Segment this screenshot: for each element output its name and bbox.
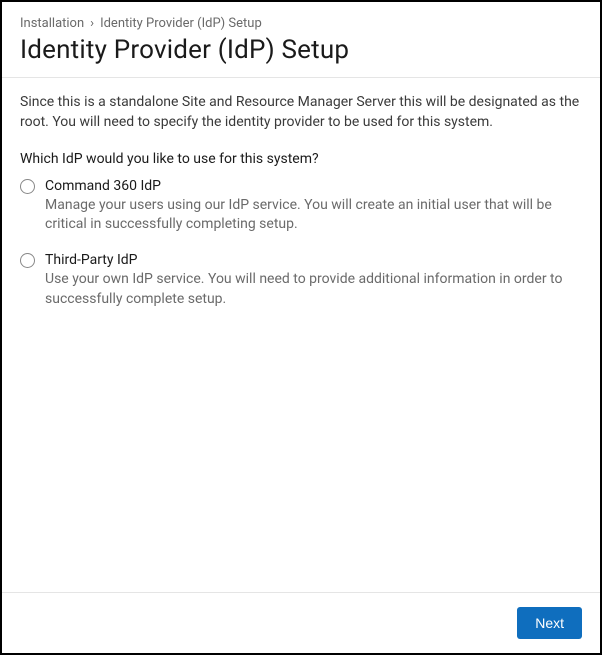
- option-third-party-idp[interactable]: Third-Party IdP Use your own IdP service…: [20, 251, 582, 309]
- setup-window: Installation › Identity Provider (IdP) S…: [0, 0, 602, 655]
- option-description: Manage your users using our IdP service.…: [45, 196, 582, 235]
- option-command-360-idp[interactable]: Command 360 IdP Manage your users using …: [20, 177, 582, 235]
- page-title: Identity Provider (IdP) Setup: [20, 35, 582, 65]
- intro-text: Since this is a standalone Site and Reso…: [20, 92, 582, 133]
- radio-icon[interactable]: [20, 253, 35, 268]
- header: Installation › Identity Provider (IdP) S…: [2, 2, 600, 78]
- idp-options: Command 360 IdP Manage your users using …: [20, 177, 582, 310]
- footer: Next: [2, 592, 600, 653]
- option-title: Third-Party IdP: [45, 251, 582, 269]
- option-body: Command 360 IdP Manage your users using …: [45, 177, 582, 235]
- breadcrumb: Installation › Identity Provider (IdP) S…: [20, 16, 582, 31]
- radio-icon[interactable]: [20, 179, 35, 194]
- breadcrumb-current: Identity Provider (IdP) Setup: [100, 16, 262, 31]
- content: Since this is a standalone Site and Reso…: [2, 78, 600, 592]
- next-button[interactable]: Next: [517, 607, 582, 639]
- breadcrumb-root[interactable]: Installation: [20, 16, 84, 31]
- idp-question: Which IdP would you like to use for this…: [20, 151, 582, 167]
- option-body: Third-Party IdP Use your own IdP service…: [45, 251, 582, 309]
- chevron-right-icon: ›: [90, 16, 94, 31]
- option-title: Command 360 IdP: [45, 177, 582, 195]
- option-description: Use your own IdP service. You will need …: [45, 270, 582, 309]
